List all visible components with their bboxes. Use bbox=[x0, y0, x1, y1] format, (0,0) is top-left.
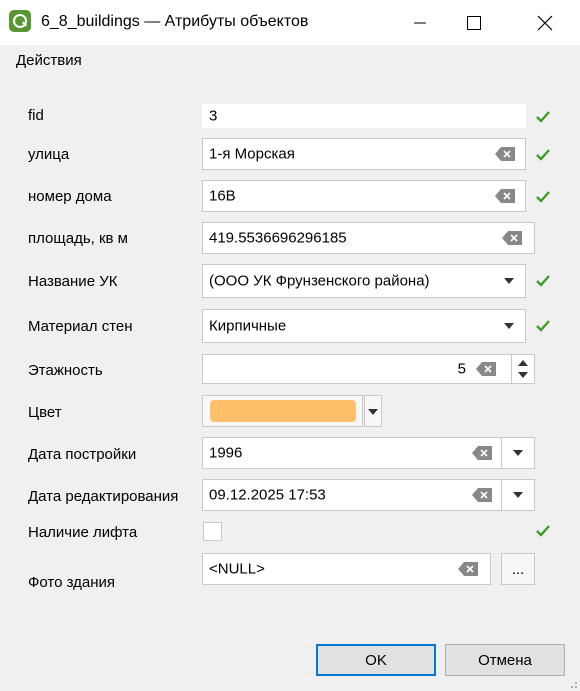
uk-value: (ООО УК Фрунзенского района) bbox=[209, 272, 430, 290]
resize-grip-icon[interactable] bbox=[568, 679, 578, 689]
built-date-input[interactable]: 1996 bbox=[202, 437, 535, 469]
qgis-app-icon bbox=[9, 10, 31, 32]
floors-label: Этажность bbox=[28, 362, 103, 379]
clear-icon[interactable] bbox=[458, 562, 478, 576]
minimize-icon bbox=[414, 22, 426, 23]
photo-value: <NULL> bbox=[209, 560, 265, 578]
area-label: площадь, кв м bbox=[28, 230, 128, 247]
uk-dropdown[interactable]: (ООО УК Фрунзенского района) bbox=[202, 264, 526, 298]
chevron-down-icon[interactable] bbox=[495, 310, 523, 342]
floors-value: 5 bbox=[457, 360, 466, 378]
close-button[interactable] bbox=[522, 0, 568, 45]
maximize-button[interactable] bbox=[451, 0, 497, 45]
check-icon bbox=[536, 275, 550, 287]
color-menu-button[interactable] bbox=[364, 395, 382, 427]
window-title: 6_8_buildings — Атрибуты объектов bbox=[41, 13, 309, 30]
menu-bar: Действия bbox=[0, 45, 580, 75]
house-label: номер дома bbox=[28, 188, 112, 205]
material-dropdown[interactable]: Кирпичные bbox=[202, 309, 526, 343]
built-value: 1996 bbox=[209, 444, 243, 462]
clear-icon[interactable] bbox=[472, 488, 492, 502]
built-label: Дата постройки bbox=[28, 446, 137, 463]
browse-button[interactable]: ... bbox=[501, 553, 535, 585]
chevron-down-icon[interactable] bbox=[495, 265, 523, 297]
edited-date-input[interactable]: 09.12.2025 17:53 bbox=[202, 479, 535, 511]
clear-icon[interactable] bbox=[495, 189, 515, 203]
house-input[interactable]: 16В bbox=[202, 180, 526, 212]
spin-buttons bbox=[511, 355, 534, 383]
calendar-dropdown-icon[interactable] bbox=[501, 480, 534, 510]
street-value: 1-я Морская bbox=[209, 145, 295, 163]
cancel-button[interactable]: Отмена bbox=[445, 644, 565, 676]
lift-checkbox[interactable] bbox=[203, 522, 222, 541]
fid-label: fid bbox=[28, 107, 44, 124]
color-swatch bbox=[210, 400, 356, 422]
check-icon bbox=[536, 320, 550, 332]
area-input[interactable]: 419.5536696296185 bbox=[202, 222, 535, 254]
house-value: 16В bbox=[209, 187, 236, 205]
check-icon bbox=[536, 111, 550, 123]
street-input[interactable]: 1-я Морская bbox=[202, 138, 526, 170]
clear-icon[interactable] bbox=[472, 446, 492, 460]
color-label: Цвет bbox=[28, 404, 62, 421]
clear-icon[interactable] bbox=[495, 147, 515, 161]
title-bar: 6_8_buildings — Атрибуты объектов bbox=[0, 0, 580, 46]
street-label: улица bbox=[28, 146, 70, 163]
minimize-button[interactable] bbox=[397, 0, 443, 45]
floors-spinbox[interactable]: 5 bbox=[202, 354, 535, 384]
attribute-form: fid 3 улица 1-я Морская номер дома 16В п… bbox=[0, 75, 580, 615]
chevron-down-icon bbox=[368, 409, 378, 415]
edited-label: Дата редактирования bbox=[28, 488, 179, 505]
check-icon bbox=[536, 191, 550, 203]
fid-field: 3 bbox=[202, 104, 526, 128]
check-icon bbox=[536, 525, 550, 537]
uk-label: Название УК bbox=[28, 273, 118, 290]
spin-down-icon[interactable] bbox=[518, 372, 528, 378]
menu-actions[interactable]: Действия bbox=[16, 52, 82, 69]
edited-value: 09.12.2025 17:53 bbox=[209, 486, 326, 504]
photo-label: Фото здания bbox=[28, 574, 116, 591]
material-value: Кирпичные bbox=[209, 317, 287, 335]
photo-path-input[interactable]: <NULL> bbox=[202, 553, 491, 585]
clear-icon[interactable] bbox=[502, 231, 522, 245]
area-value: 419.5536696296185 bbox=[209, 229, 347, 247]
ok-button[interactable]: OK bbox=[316, 644, 436, 676]
calendar-dropdown-icon[interactable] bbox=[501, 438, 534, 468]
spin-up-icon[interactable] bbox=[518, 360, 528, 366]
check-icon bbox=[536, 149, 550, 161]
close-icon bbox=[537, 15, 553, 30]
fid-value: 3 bbox=[209, 107, 218, 125]
material-label: Материал стен bbox=[28, 318, 133, 335]
clear-icon[interactable] bbox=[476, 362, 496, 376]
maximize-icon bbox=[467, 15, 481, 30]
color-button[interactable] bbox=[202, 395, 363, 427]
lift-label: Наличие лифта bbox=[28, 524, 138, 541]
